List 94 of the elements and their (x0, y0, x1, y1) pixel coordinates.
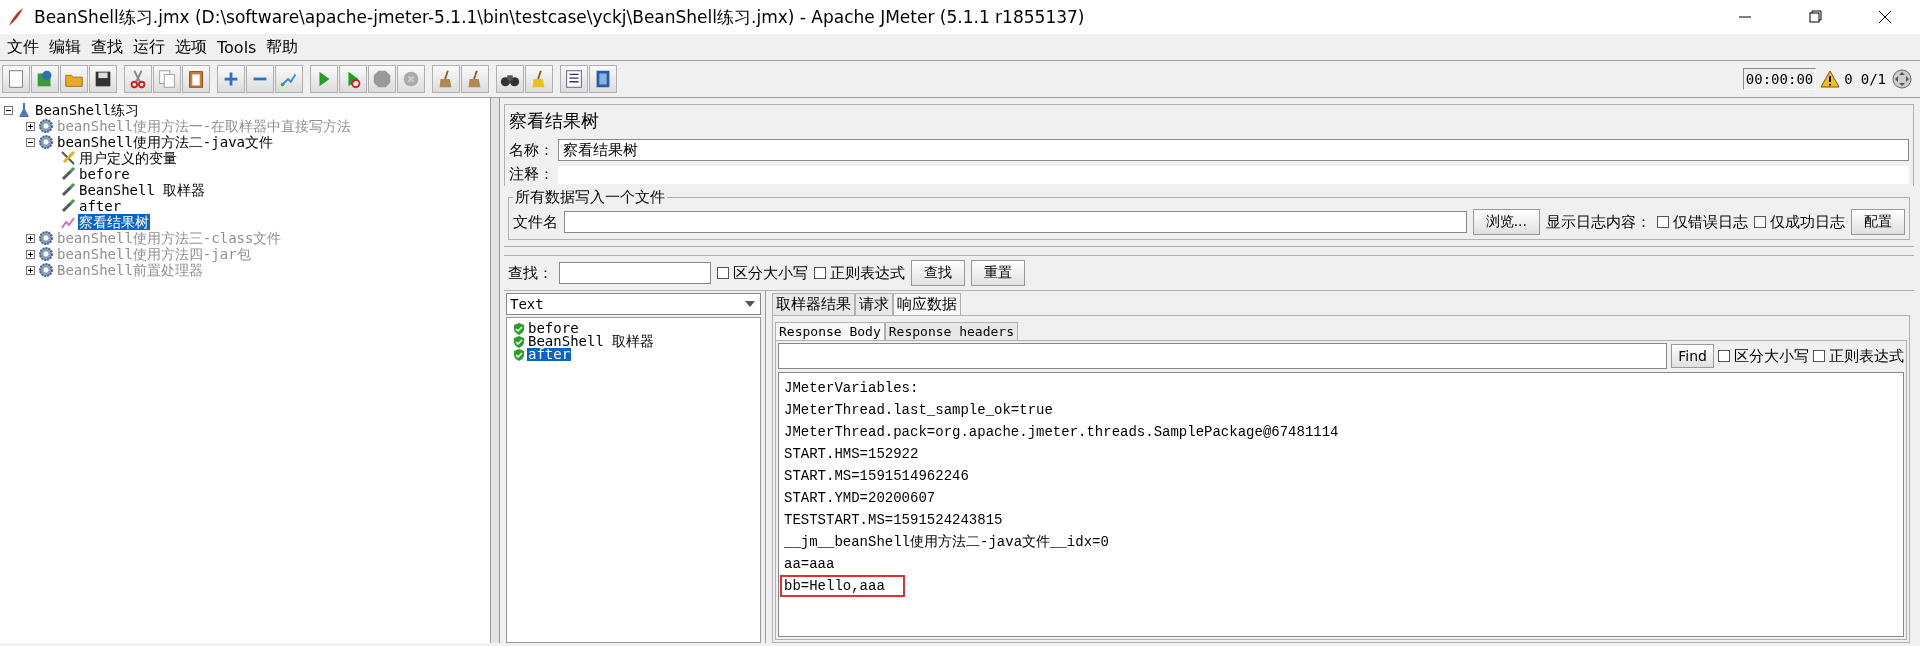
tree-item[interactable]: before (78, 166, 131, 182)
menu-item[interactable]: Tools (212, 37, 262, 57)
checkbox-label: 区分大小写 (1734, 346, 1809, 366)
menu-item[interactable]: 运行 (128, 36, 170, 58)
checkbox[interactable] (814, 267, 826, 279)
menu-item[interactable]: 文件 (2, 36, 44, 58)
pipette-icon (60, 182, 76, 198)
renderer-dropdown[interactable]: Text (506, 293, 761, 315)
pipette-icon (60, 166, 76, 182)
panel-title: 察看结果树 (504, 104, 1914, 137)
checkbox-label: 正则表达式 (830, 263, 905, 283)
response-line: TESTSTART.MS=1591524243815 (783, 512, 1004, 528)
flask-icon (16, 102, 32, 118)
paste-icon[interactable] (182, 65, 210, 93)
config-button[interactable]: 配置 (1851, 209, 1905, 235)
window-title: BeanShell练习.jmx (D:\software\apache-jmeter-5.1.1\bin\testcase\yckj\BeanShell练习.jmx) - Apache JMeter (5.1.1 r1855137) (34, 5, 1086, 29)
response-line: JMeterThread.last_sample_ok=true (783, 402, 1054, 418)
tree-item[interactable]: after (78, 198, 123, 214)
checkbox-label: 仅错误日志 (1673, 212, 1748, 232)
search-label: 查找： (508, 263, 553, 283)
gear-icon (38, 118, 54, 134)
file-label: 文件名 (513, 212, 558, 232)
result-item[interactable]: after (527, 348, 572, 361)
search-button[interactable]: 查找 (911, 260, 965, 286)
tab[interactable]: 响应数据 (893, 293, 961, 315)
checkbox[interactable] (1754, 216, 1766, 228)
menu-item[interactable]: 选项 (170, 36, 212, 58)
new-file-icon[interactable] (2, 65, 30, 93)
response-line: START.YMD=20200607 (783, 490, 937, 506)
tree-item[interactable]: beanShell使用方法二-java文件 (56, 134, 274, 150)
file-field[interactable] (564, 211, 1467, 233)
checkbox[interactable] (1718, 350, 1730, 362)
splitter-handle[interactable] (491, 98, 500, 643)
tab[interactable]: 请求 (855, 293, 893, 315)
menu-item[interactable]: 查找 (86, 36, 128, 58)
response-line: aa=aaa (783, 556, 836, 572)
find-field[interactable] (778, 343, 1668, 369)
response-line: JMeterVariables: (783, 380, 920, 396)
browse-button[interactable]: 浏览... (1472, 209, 1540, 235)
collapse-toggle[interactable] (4, 105, 13, 115)
stop-icon[interactable] (368, 65, 396, 93)
result-item[interactable]: before (527, 322, 580, 335)
warning-count: 0 (1844, 71, 1853, 87)
result-item[interactable]: BeanShell 取样器 (527, 335, 656, 348)
name-field[interactable]: 察看结果树 (558, 139, 1909, 161)
find-button[interactable]: Find (1671, 344, 1714, 368)
name-label: 名称： (509, 140, 554, 160)
tree-item[interactable]: 用户定义的变量 (78, 150, 178, 166)
tab[interactable]: Response Body (775, 322, 885, 340)
tree-item[interactable]: 察看结果树 (78, 214, 150, 230)
tab[interactable]: 取样器结果 (772, 293, 855, 315)
start-icon[interactable] (310, 65, 338, 93)
pipette-icon (60, 198, 76, 214)
collapse-icon[interactable] (246, 65, 274, 93)
shield-check-icon (513, 348, 525, 361)
response-line: JMeterThread.pack=org.apache.jmeter.threads.SamplePackage@67481114 (783, 424, 1340, 440)
gear-icon (38, 134, 54, 150)
gear-icon (38, 230, 54, 246)
checkbox-label: 仅成功日志 (1770, 212, 1845, 232)
comment-label: 注释： (509, 165, 554, 184)
search-icon[interactable] (496, 65, 524, 93)
checkbox-label: 区分大小写 (733, 263, 808, 283)
save-icon[interactable] (89, 65, 117, 93)
checkbox-label: 正则表达式 (1829, 346, 1904, 366)
reset-button[interactable]: 重置 (971, 260, 1025, 286)
tree-item[interactable]: BeanShell练习 (34, 102, 140, 118)
shield-check-icon (513, 335, 525, 348)
log-label: 显示日志内容： (1546, 212, 1651, 232)
elapsed-time: 00:00:00 (1742, 68, 1817, 90)
response-line: START.HMS=152922 (783, 446, 920, 462)
collapse-toggle[interactable] (26, 137, 35, 147)
group-title: 所有数据写入一个文件 (514, 188, 666, 207)
feather-icon (6, 7, 26, 27)
caret-icon (743, 299, 757, 309)
response-line: START.MS=1591514962246 (783, 468, 970, 484)
menu-item[interactable]: 帮助 (261, 36, 304, 58)
search-field[interactable] (559, 262, 711, 284)
expand-icon[interactable] (217, 65, 245, 93)
shield-check-icon (513, 322, 525, 335)
menu-item[interactable]: 编辑 (44, 36, 86, 58)
tree-item[interactable]: BeanShell 取样器 (78, 182, 207, 198)
gear-icon (38, 262, 54, 278)
checkbox[interactable] (1657, 216, 1669, 228)
checkbox[interactable] (717, 267, 729, 279)
cut-icon[interactable] (124, 65, 152, 93)
tab[interactable]: Response headers (884, 322, 1018, 340)
thread-count: 0/1 (1860, 71, 1886, 87)
wrench-icon (60, 150, 76, 166)
checkbox[interactable] (1813, 350, 1825, 362)
warning-icon[interactable] (1820, 70, 1841, 88)
response-line: bb=Hello,aaa (782, 577, 903, 595)
response-line: __jm__beanShell使用方法二-java文件__idx=0 (783, 534, 1110, 550)
splitter-handle[interactable] (504, 246, 1914, 256)
gear-icon (38, 246, 54, 262)
